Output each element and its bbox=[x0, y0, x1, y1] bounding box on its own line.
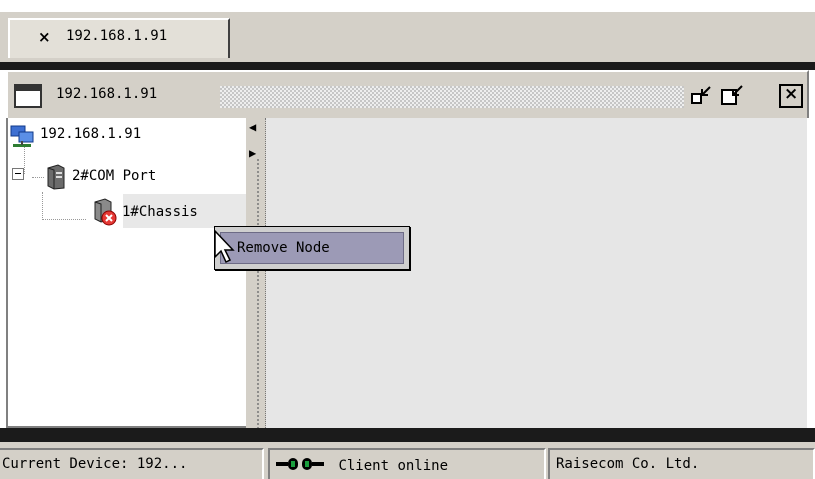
restore-icon[interactable] bbox=[690, 84, 714, 108]
status-company: Raisecom Co. Ltd. bbox=[548, 448, 815, 479]
mouse-cursor-icon bbox=[214, 229, 236, 268]
server-tower-icon bbox=[44, 164, 68, 194]
chassis-error-icon bbox=[92, 198, 118, 230]
separator bbox=[0, 428, 815, 442]
tree-node-port[interactable]: 2#COM Port bbox=[12, 164, 246, 192]
maximize-icon[interactable] bbox=[720, 84, 744, 108]
tab-close-icon[interactable]: × bbox=[38, 28, 51, 46]
tree-connector bbox=[42, 219, 86, 220]
tree-connector bbox=[42, 192, 43, 220]
internal-frame-titlebar[interactable]: 192.168.1.91 × bbox=[6, 70, 809, 118]
tab-device[interactable]: × 192.168.1.91 bbox=[8, 18, 230, 58]
tree-node-label: 1#Chassis bbox=[122, 204, 198, 220]
separator bbox=[0, 62, 815, 70]
context-menu: Remove Node bbox=[214, 226, 410, 270]
splitter-grip bbox=[256, 158, 260, 428]
collapse-left-icon[interactable]: ◀ bbox=[249, 120, 256, 134]
tree-node-chassis[interactable]: 1#Chassis bbox=[88, 198, 246, 228]
collapse-toggle[interactable] bbox=[12, 168, 24, 180]
window-icon bbox=[14, 84, 42, 108]
tab-title: 192.168.1.91 bbox=[66, 28, 168, 44]
status-bar: Current Device: 192... Client online Rai… bbox=[0, 442, 815, 479]
tree-node-root[interactable]: 192.168.1.91 bbox=[10, 122, 246, 150]
status-current-device: Current Device: 192... bbox=[0, 448, 264, 479]
content-area bbox=[266, 118, 809, 428]
pane-splitter[interactable]: ◀ ▶ bbox=[246, 118, 266, 428]
status-text: Client online bbox=[338, 458, 449, 474]
status-client: Client online bbox=[268, 448, 546, 479]
titlebar-drag-area[interactable] bbox=[220, 86, 684, 108]
close-icon[interactable]: × bbox=[779, 84, 803, 108]
connection-plug-icon bbox=[276, 456, 324, 476]
frame-title: 192.168.1.91 bbox=[56, 86, 158, 102]
menu-item-label: Remove Node bbox=[237, 240, 330, 256]
device-tree[interactable]: 192.168.1.91 2#COM Port 1#Chassis bbox=[6, 118, 248, 428]
status-text: Current Device: 192... bbox=[2, 456, 188, 472]
menu-item-remove-node[interactable]: Remove Node bbox=[220, 232, 404, 264]
status-text: Raisecom Co. Ltd. bbox=[556, 456, 700, 472]
tree-node-label: 192.168.1.91 bbox=[40, 126, 142, 142]
tree-node-label: 2#COM Port bbox=[72, 168, 157, 184]
network-computer-icon bbox=[10, 124, 34, 152]
